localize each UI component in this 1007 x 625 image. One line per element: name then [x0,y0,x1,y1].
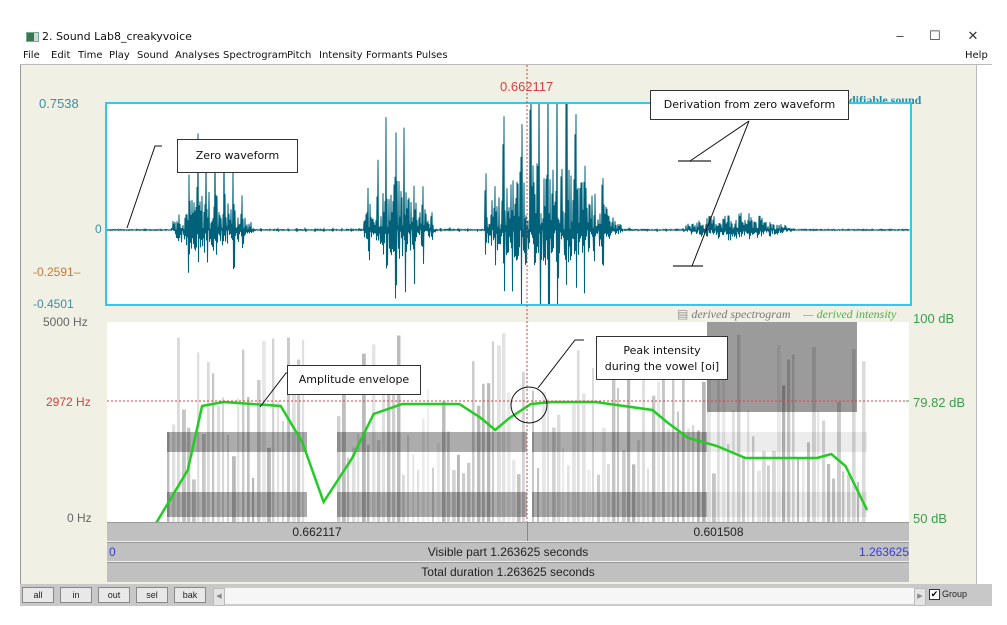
zoom-out-button[interactable]: out [98,587,130,603]
app-icon [26,32,39,42]
maximize-button[interactable]: ☐ [920,28,950,44]
menu-time[interactable]: Time [78,50,102,61]
menu-file[interactable]: File [23,50,40,61]
annotation-overlay [107,65,909,522]
window-title: 2. Sound Lab8_creakyvoice [42,30,192,43]
peak-intensity-leader [537,339,584,389]
peak-intensity-circle [510,386,548,424]
close-button[interactable]: ✕ [958,28,988,44]
group-checkbox[interactable]: ✔ [929,589,940,600]
menu-edit[interactable]: Edit [51,50,70,61]
bottom-toolbar: all in out sel bak ◀ ▶ ✔ Group [20,584,992,606]
zoom-sel-button[interactable]: sel [136,587,168,603]
menu-play[interactable]: Play [109,50,130,61]
minimize-button[interactable]: – [885,28,915,44]
menu-help[interactable]: Help [965,50,988,61]
menu-bar: File Edit Time Play Sound Analyses Spect… [20,46,992,65]
derivation-leader-top [689,120,750,162]
editor-area: 0.662117 0.7538 0 -0.2591– -0.4501 modif… [20,62,977,584]
menu-pulses[interactable]: Pulses [416,50,448,61]
menu-intensity[interactable]: Intensity [319,50,363,61]
scroll-right-arrow-icon[interactable]: ▶ [914,588,926,606]
menu-formants[interactable]: Formants [366,50,413,61]
peak-intensity-line-1: Peak intensity [623,344,701,357]
peak-intensity-callout: Peak intensity during the vowel [oi] [596,336,728,380]
zero-waveform-callout: Zero waveform [177,139,298,173]
derivation-leader-bottom [691,120,750,267]
praat-sound-editor-window: 2. Sound Lab8_creakyvoice – ☐ ✕ File Edi… [20,26,992,606]
group-label: Group [942,589,968,599]
menu-pitch[interactable]: Pitch [287,50,311,61]
menu-spectrogram[interactable]: Spectrogram [223,50,288,61]
amplitude-envelope-callout: Amplitude envelope [287,365,421,395]
scroll-left-arrow-icon[interactable]: ◀ [213,588,225,606]
derivation-callout: Derivation from zero waveform [650,90,849,120]
zoom-in-button[interactable]: in [60,587,92,603]
title-bar: 2. Sound Lab8_creakyvoice – ☐ ✕ [20,26,992,46]
peak-intensity-line-2: during the vowel [oi] [604,360,720,373]
menu-analyses[interactable]: Analyses [175,50,220,61]
menu-sound[interactable]: Sound [137,50,169,61]
zoom-back-button[interactable]: bak [174,587,206,603]
time-scrollbar[interactable]: ◀ ▶ [213,587,926,606]
zoom-all-button[interactable]: all [22,587,54,603]
zero-waveform-leader [126,145,162,229]
